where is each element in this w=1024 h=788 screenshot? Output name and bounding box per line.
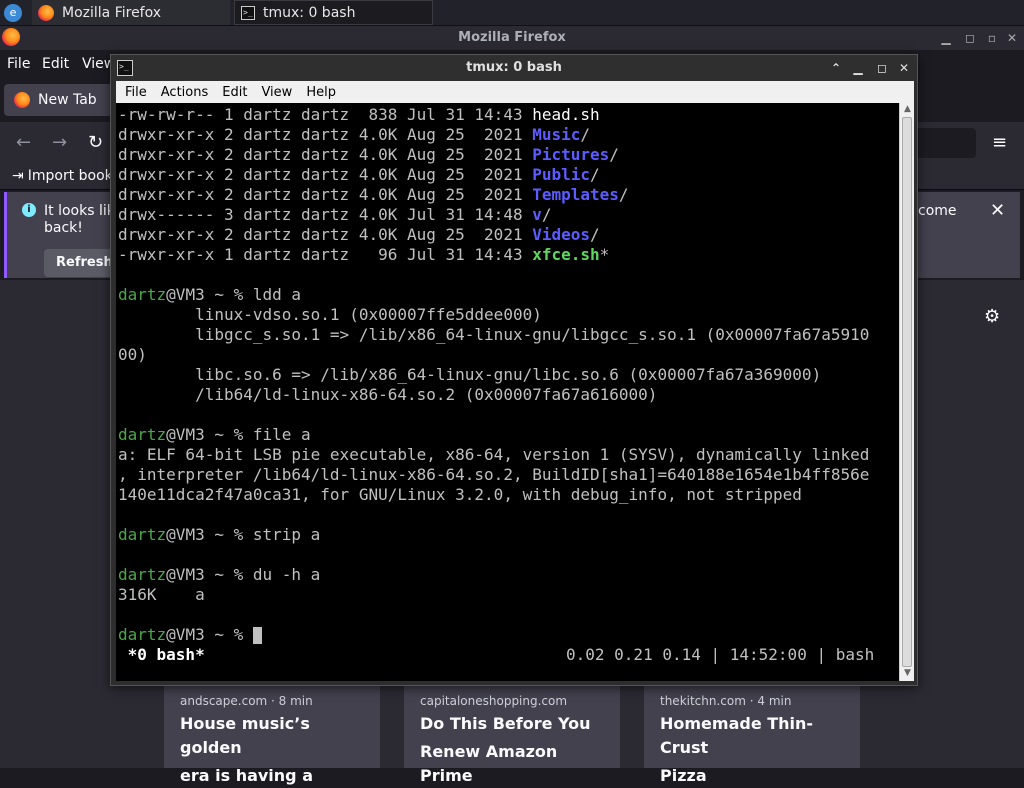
story-card[interactable]: andscape.com · 8 min House music’s golde… xyxy=(164,686,380,785)
taskbar-item-terminal[interactable]: >_ tmux: 0 bash xyxy=(234,0,433,25)
command-text: ldd a xyxy=(252,285,302,304)
menu-help[interactable]: Help xyxy=(306,85,336,103)
minimize-icon[interactable]: ▁ xyxy=(938,30,954,46)
forward-icon[interactable]: → xyxy=(52,132,67,153)
terminal-icon: >_ xyxy=(117,60,133,76)
refresh-button[interactable]: Refresh xyxy=(44,249,114,277)
restore-icon[interactable]: ▫ xyxy=(984,30,1000,46)
ls-dirname: Public xyxy=(532,165,591,184)
firefox-icon xyxy=(38,4,54,21)
ls-row: drwxr-xr-x 2 dartz dartz 4.0K Aug 25 202… xyxy=(118,125,591,144)
story-title-2: Renew Amazon Prime xyxy=(420,742,558,785)
output-line: , interpreter /lib64/ld-linux-x86-64.so.… xyxy=(118,465,870,484)
url-bar[interactable] xyxy=(910,128,976,158)
ls-filename: head.sh xyxy=(532,105,600,124)
menu-actions[interactable]: Actions xyxy=(161,85,209,103)
notice-text-2: back! xyxy=(44,220,83,236)
import-bookmarks-label: Import book xyxy=(27,168,113,184)
menu-view[interactable]: View xyxy=(261,85,292,103)
output-line: a: ELF 64-bit LSB pie executable, x86-64… xyxy=(118,445,870,464)
prompt-line[interactable]: dartz@VM3 ~ % xyxy=(118,625,262,645)
prompt-line: dartz@VM3 ~ % strip a xyxy=(118,525,321,544)
output-line: libc.so.6 => /lib/x86_64-linux-gnu/libc.… xyxy=(118,365,822,384)
command-text: file a xyxy=(252,425,311,444)
command-text: du -h a xyxy=(252,565,321,584)
terminal-menubar: File Actions Edit View Help xyxy=(116,81,914,103)
settings-gear-icon[interactable]: ⚙ xyxy=(984,306,1000,327)
terminal-titlebar[interactable]: tmux: 0 bash xyxy=(111,55,917,81)
tmux-status-right: 0.02 0.21 0.14 | 14:52:00 | bash xyxy=(566,645,875,664)
ls-row: drwxr-xr-x 2 dartz dartz 4.0K Aug 25 202… xyxy=(118,165,600,184)
ls-row: -rwxr-xr-x 1 dartz dartz 96 Jul 31 14:43… xyxy=(118,245,610,264)
story-source: andscape.com · 8 min xyxy=(180,694,313,708)
taskbar-item-label: Mozilla Firefox xyxy=(62,4,162,21)
tab-new-tab[interactable]: New Tab xyxy=(4,84,112,116)
scroll-up-icon[interactable]: ▲ xyxy=(902,104,913,115)
prompt-line: dartz@VM3 ~ % ldd a xyxy=(118,285,302,304)
menu-file[interactable]: File xyxy=(125,85,147,103)
hamburger-menu-icon[interactable]: ≡ xyxy=(992,132,1007,153)
menu-edit[interactable]: Edit xyxy=(42,56,69,72)
command-text: strip a xyxy=(252,525,321,544)
taskbar-item-firefox[interactable]: Mozilla Firefox xyxy=(32,0,230,25)
firefox-icon xyxy=(14,92,30,108)
story-source: thekitchn.com · 4 min xyxy=(660,694,792,708)
ls-dirname: Music xyxy=(532,125,581,144)
ls-row: drwxr-xr-x 2 dartz dartz 4.0K Aug 25 202… xyxy=(118,145,619,164)
notice-text-right: come xyxy=(918,203,957,219)
firefox-icon xyxy=(2,28,20,46)
notice-text: It looks lik xyxy=(44,203,115,219)
story-title: House music’s golden xyxy=(180,714,310,757)
terminal-window[interactable]: tmux: 0 bash >_ ⌃ ▁ ◻ ✕ File Actions Edi… xyxy=(110,54,918,686)
text-cursor xyxy=(252,627,262,644)
terminal-screen[interactable]: -rw-rw-r-- 1 dartz dartz 838 Jul 31 14:4… xyxy=(116,103,899,681)
taskbar: e Mozilla Firefox >_ tmux: 0 bash xyxy=(0,0,1024,26)
ls-exename: xfce.sh xyxy=(532,245,600,264)
story-card[interactable]: capitaloneshopping.com Do This Before Yo… xyxy=(404,686,620,785)
menu-edit[interactable]: Edit xyxy=(222,85,247,103)
maximize-icon[interactable]: ◻ xyxy=(875,61,889,75)
ls-dirname: Videos xyxy=(532,225,591,244)
ls-row: drwxr-xr-x 2 dartz dartz 4.0K Aug 25 202… xyxy=(118,225,600,244)
story-title: Do This Before You xyxy=(420,714,591,733)
taskbar-item-label: tmux: 0 bash xyxy=(263,4,356,21)
output-line: /lib64/ld-linux-x86-64.so.2 (0x00007fa67… xyxy=(118,385,658,404)
prompt-line: dartz@VM3 ~ % file a xyxy=(118,425,311,444)
info-icon: i xyxy=(22,203,36,217)
shade-icon[interactable]: ⌃ xyxy=(829,61,843,75)
back-icon[interactable]: ← xyxy=(16,132,31,153)
ls-row: drwx------ 3 dartz dartz 4.0K Jul 31 14:… xyxy=(118,205,552,224)
scroll-down-icon[interactable]: ▼ xyxy=(902,668,913,679)
story-card[interactable]: thekitchn.com · 4 min Homemade Thin-Crus… xyxy=(644,686,860,785)
output-line: linux-vdso.so.1 (0x00007ffe5ddee000) xyxy=(118,305,542,324)
maximize-icon[interactable]: ◻ xyxy=(962,30,978,46)
reload-icon[interactable]: ↻ xyxy=(88,132,103,153)
import-bookmarks-button[interactable]: ⇥ Import book xyxy=(12,168,113,184)
ls-row: -rw-rw-r-- 1 dartz dartz 838 Jul 31 14:4… xyxy=(118,105,600,124)
ls-row: drwxr-xr-x 2 dartz dartz 4.0K Aug 25 202… xyxy=(118,185,629,204)
output-line: 00) xyxy=(118,345,147,364)
close-icon[interactable]: ✕ xyxy=(1004,30,1020,46)
output-line: libgcc_s.so.1 => /lib/x86_64-linux-gnu/l… xyxy=(118,325,870,344)
prompt-line: dartz@VM3 ~ % du -h a xyxy=(118,565,321,584)
output-line: 140e11dca2f47a0ca31, for GNU/Linux 3.2.0… xyxy=(118,485,802,504)
terminal-scrollbar[interactable]: ▲ ▼ xyxy=(899,103,914,681)
ls-dirname: Templates xyxy=(532,185,619,204)
tmux-window-list: *0 bash* xyxy=(118,645,205,664)
tab-label: New Tab xyxy=(38,92,97,108)
terminal-icon: >_ xyxy=(241,5,255,20)
minimize-icon[interactable]: ▁ xyxy=(851,61,865,75)
output-line: 316K a xyxy=(118,585,205,604)
story-title: Homemade Thin-Crust xyxy=(660,714,814,757)
scrollbar-thumb[interactable] xyxy=(902,117,912,667)
close-icon[interactable]: ✕ xyxy=(897,61,911,75)
import-icon: ⇥ xyxy=(12,168,24,184)
story-source: capitaloneshopping.com xyxy=(420,694,568,708)
app-launcher-icon[interactable]: e xyxy=(4,4,22,22)
close-notice-icon[interactable]: ✕ xyxy=(990,200,1005,221)
firefox-titlebar: Mozilla Firefox xyxy=(0,26,1024,50)
ls-dirname: Pictures xyxy=(532,145,610,164)
menu-file[interactable]: File xyxy=(7,56,30,72)
ls-dirname: v xyxy=(532,205,542,224)
